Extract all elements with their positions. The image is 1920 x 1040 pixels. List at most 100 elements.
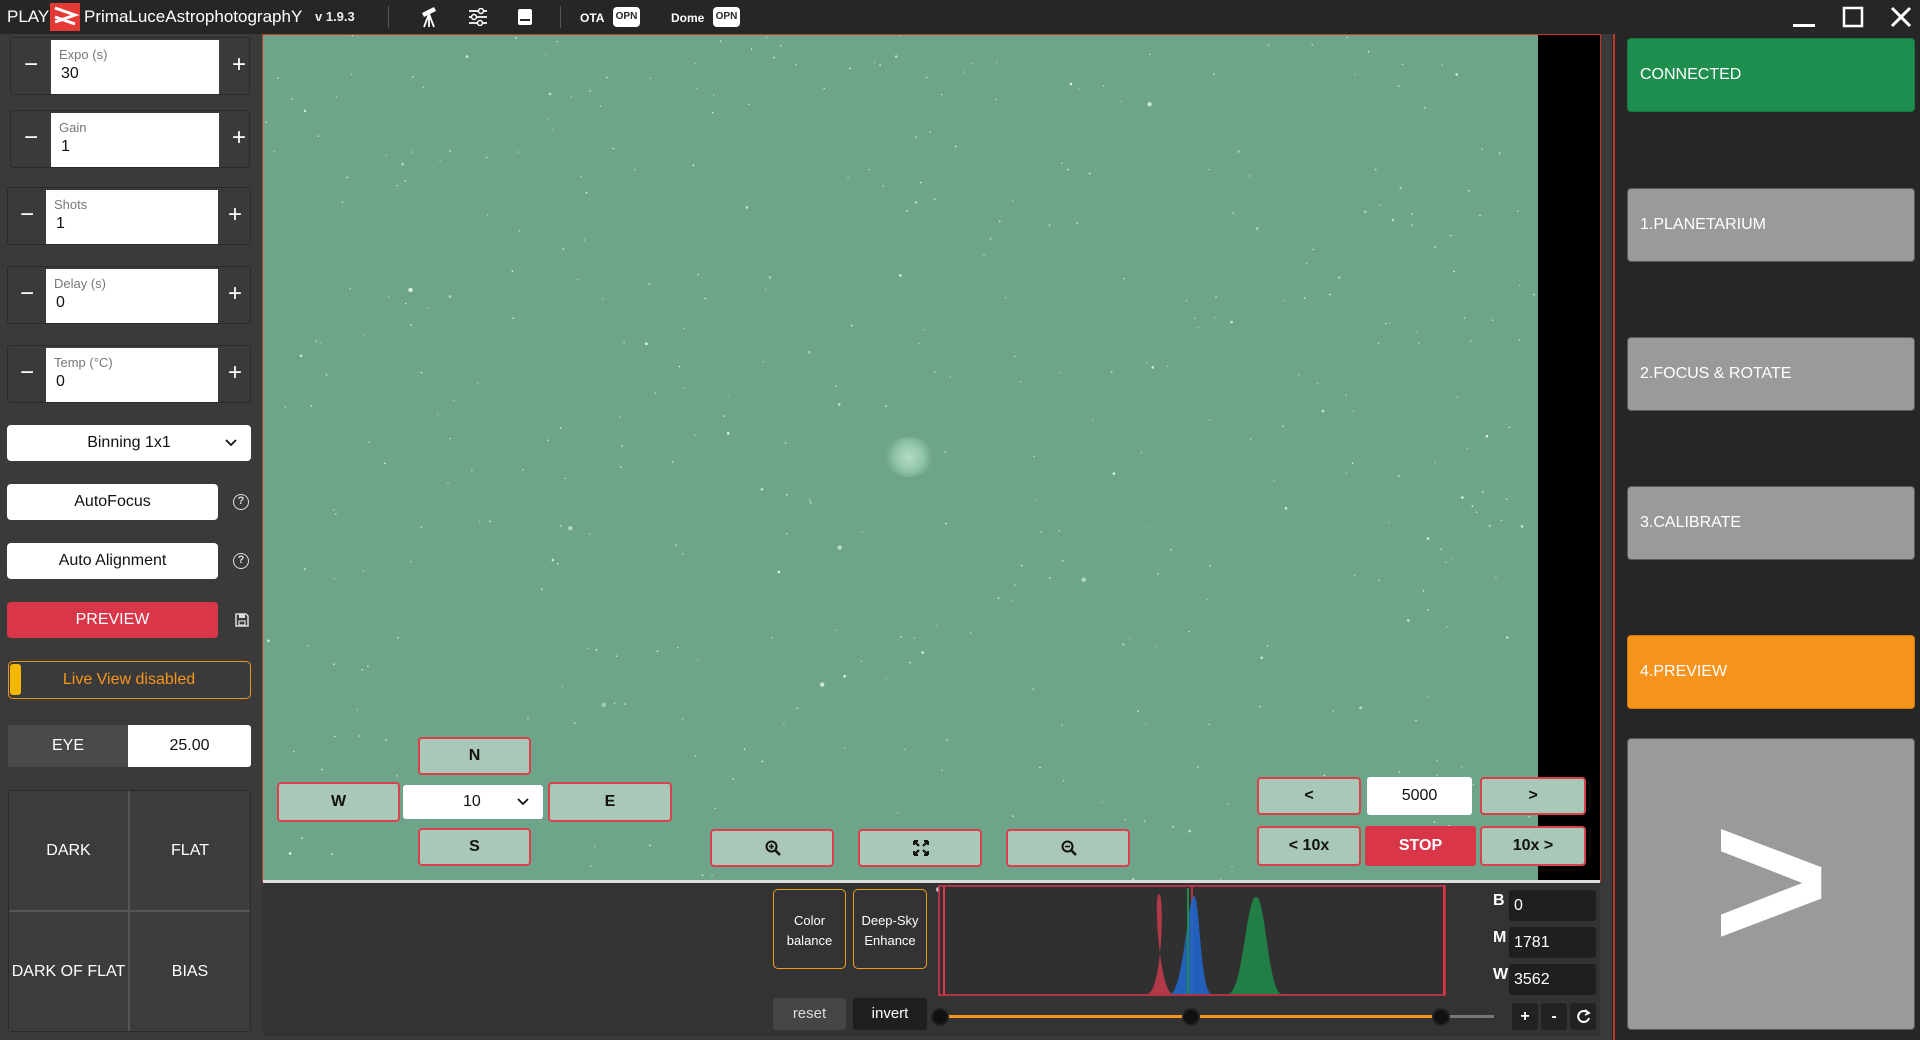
b-value-input[interactable]: 0 — [1509, 890, 1596, 921]
ota-status-badge[interactable]: OPN — [613, 7, 640, 27]
star — [1151, 366, 1155, 369]
prev-10x-button[interactable]: < 10x — [1257, 826, 1361, 866]
deep-sky-enhance-button[interactable]: Deep-Sky Enhance — [853, 889, 927, 969]
m-value-input[interactable]: 1781 — [1509, 927, 1596, 958]
histogram-refresh-button[interactable] — [1570, 1003, 1596, 1030]
close-icon[interactable] — [1890, 6, 1912, 28]
prev-frame-button[interactable]: < — [1257, 777, 1361, 815]
move-north-button[interactable]: N — [418, 737, 531, 775]
star — [471, 469, 473, 472]
star — [561, 685, 564, 688]
star — [807, 350, 811, 354]
color-balance-button[interactable]: Color balance — [773, 889, 846, 969]
ota-label: OTA — [580, 11, 605, 25]
mid-point-handle[interactable] — [1182, 1008, 1200, 1026]
next-step-button[interactable]: > — [1627, 738, 1915, 1030]
autofocus-help-icon[interactable]: ? — [233, 494, 249, 510]
temp-increment-button[interactable]: + — [218, 346, 252, 402]
frame-input[interactable]: 5000 — [1367, 777, 1472, 815]
gain-increment-button[interactable]: + — [219, 111, 259, 167]
dark-of-flat-button[interactable]: DARK OF FLAT — [9, 912, 129, 1031]
star — [1426, 608, 1429, 611]
auto-alignment-help-icon[interactable]: ? — [233, 553, 249, 569]
binning-select[interactable]: Binning 1x1 — [7, 425, 251, 461]
step-planetarium-button[interactable]: 1.PLANETARIUM — [1627, 188, 1915, 262]
bias-button[interactable]: BIAS — [130, 912, 250, 1031]
star — [1122, 277, 1125, 280]
shots-decrement-button[interactable]: − — [8, 188, 46, 244]
chevron-down-icon — [225, 439, 237, 447]
gain-field[interactable]: Gain 1 — [51, 113, 219, 167]
delay-increment-button[interactable]: + — [218, 267, 252, 323]
star — [1481, 148, 1483, 151]
step-focus-rotate-button[interactable]: 2.FOCUS & ROTATE — [1627, 337, 1915, 411]
star — [786, 532, 788, 535]
settings-sliders-icon[interactable] — [468, 8, 488, 26]
flat-button[interactable]: FLAT — [130, 791, 250, 911]
move-south-button[interactable]: S — [418, 828, 531, 866]
star — [1367, 50, 1370, 53]
zoom-out-button[interactable] — [1006, 829, 1130, 867]
zoom-in-button[interactable] — [710, 829, 834, 867]
star — [649, 844, 651, 847]
expo-decrement-button[interactable]: − — [11, 38, 51, 94]
dome-status-badge[interactable]: OPN — [713, 7, 740, 27]
temp-field[interactable]: Temp (°C) 0 — [46, 348, 218, 402]
maximize-icon[interactable] — [1842, 6, 1864, 28]
dark-button[interactable]: DARK — [9, 791, 129, 911]
star — [748, 103, 750, 106]
shots-field[interactable]: Shots 1 — [46, 190, 218, 244]
move-east-button[interactable]: E — [548, 782, 672, 822]
star — [1385, 322, 1387, 325]
star — [1453, 270, 1455, 273]
move-west-button[interactable]: W — [277, 782, 400, 822]
star — [1433, 821, 1436, 823]
temp-decrement-button[interactable]: − — [8, 346, 46, 402]
reset-button[interactable]: reset — [773, 998, 846, 1030]
expo-field[interactable]: Expo (s) 30 — [51, 40, 219, 94]
minimize-icon[interactable] — [1792, 8, 1816, 28]
step-select[interactable]: 10 — [403, 785, 543, 819]
star — [678, 365, 681, 368]
eye-value-input[interactable]: 25.00 — [128, 725, 251, 767]
histogram-minus-button[interactable]: - — [1541, 1003, 1567, 1030]
star — [1391, 218, 1395, 222]
telescope-icon[interactable] — [418, 5, 440, 29]
star — [899, 274, 902, 277]
star — [447, 482, 449, 484]
star — [681, 718, 684, 720]
live-view-toggle[interactable]: Live View disabled — [8, 661, 251, 699]
star — [1121, 643, 1125, 646]
star — [276, 77, 279, 79]
next-10x-button[interactable]: 10x > — [1480, 826, 1586, 866]
step-preview-button[interactable]: 4.PREVIEW — [1627, 635, 1915, 709]
gain-decrement-button[interactable]: − — [11, 111, 51, 167]
black-point-handle[interactable] — [931, 1008, 949, 1026]
shots-increment-button[interactable]: + — [218, 188, 252, 244]
delay-decrement-button[interactable]: − — [8, 267, 46, 323]
white-point-handle[interactable] — [1432, 1008, 1450, 1026]
deep-sky-enhance-label: Deep-Sky Enhance — [861, 913, 919, 948]
star — [368, 441, 370, 443]
stop-button[interactable]: STOP — [1365, 826, 1476, 866]
next-frame-button[interactable]: > — [1480, 777, 1586, 815]
star — [350, 73, 353, 76]
invert-button[interactable]: invert — [853, 998, 927, 1030]
autofocus-button[interactable]: AutoFocus — [7, 484, 218, 520]
star — [1035, 499, 1038, 502]
star — [786, 493, 788, 496]
save-icon[interactable] — [234, 612, 250, 628]
histogram-plus-button[interactable]: + — [1512, 1003, 1538, 1030]
star — [358, 735, 361, 737]
star — [556, 40, 558, 43]
preview-button[interactable]: PREVIEW — [7, 602, 218, 638]
step-calibrate-button[interactable]: 3.CALIBRATE — [1627, 486, 1915, 560]
star — [588, 532, 591, 535]
expo-increment-button[interactable]: + — [219, 38, 259, 94]
w-value-input[interactable]: 3562 — [1509, 964, 1596, 995]
book-icon[interactable] — [517, 8, 533, 26]
connected-button[interactable]: CONNECTED — [1627, 38, 1915, 112]
auto-alignment-button[interactable]: Auto Alignment — [7, 543, 218, 579]
fit-screen-button[interactable] — [858, 829, 982, 867]
delay-field[interactable]: Delay (s) 0 — [46, 269, 218, 323]
